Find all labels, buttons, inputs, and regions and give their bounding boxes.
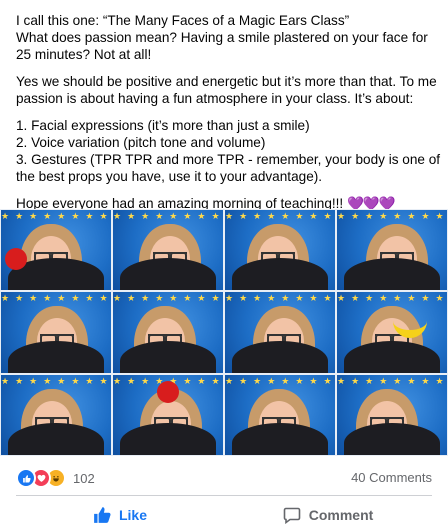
shirt — [8, 422, 104, 455]
post-line: 1. Facial expressions (it’s more than ju… — [16, 118, 310, 133]
star-border: ★★★★★★★★★★ — [113, 293, 223, 304]
post-body: I call this one: “The Many Faces of a Ma… — [16, 12, 442, 222]
comment-label: Comment — [308, 507, 374, 523]
shirt — [232, 258, 328, 291]
shirt — [120, 422, 216, 455]
collage-photo: ★★★★★★★★★★ — [0, 209, 112, 292]
like-button[interactable]: Like — [16, 500, 224, 530]
post-stats: 102 40 Comments — [16, 466, 436, 488]
shirt — [232, 340, 328, 373]
shirt — [344, 340, 440, 373]
shirt — [344, 422, 440, 455]
post-line: 3. Gestures (TPR TPR and more TPR - reme… — [16, 152, 441, 184]
star-border: ★★★★★★★★★★ — [225, 211, 335, 221]
thumbs-up-icon — [94, 507, 111, 523]
post-line: What does passion mean? Having a smile p… — [16, 30, 428, 62]
post-paragraph-2: Yes we should be positive and energetic … — [16, 73, 442, 107]
collage-photo: ★★★★★★★★★★ — [112, 209, 224, 292]
collage-photo: ★★★★★★★★★★ — [0, 373, 112, 456]
reaction-count: 102 — [73, 470, 95, 486]
collage-photo: ★★★★★★★★★★ — [112, 373, 224, 456]
shirt — [120, 340, 216, 373]
post-line: 2. Voice variation (pitch tone and volum… — [16, 135, 266, 150]
collage-photo: ★★★★★★★★★★ — [224, 373, 336, 456]
like-label: Like — [118, 507, 147, 523]
shirt — [232, 422, 328, 455]
collage-photo: ★★★★★★★★★★ — [336, 291, 448, 374]
shirt — [344, 258, 440, 291]
comments-count-link[interactable]: 40 Comments — [351, 470, 432, 485]
post-line: Yes we should be positive and energetic … — [16, 74, 437, 106]
star-border: ★★★★★★★★★★ — [1, 293, 111, 304]
comment-button[interactable]: Comment — [224, 500, 432, 530]
post-paragraph-3: 1. Facial expressions (it’s more than ju… — [16, 117, 442, 185]
photo-collage[interactable]: ★★★★★★★ ★★★★★★★ ★★★★★★★ ★★★★★★★ ★★★★★★★ ★★★★★… — [0, 209, 448, 456]
shirt — [120, 258, 216, 291]
post-actions: Like Comment — [16, 500, 432, 530]
collage-photo: ★★★★★★★★★★ — [336, 209, 448, 292]
apple-prop — [5, 248, 27, 270]
star-border: ★★★★★★★★★★ — [225, 375, 335, 386]
collage-photo: ★★★★★★★★★★ — [112, 291, 224, 374]
divider — [16, 495, 432, 496]
star-border: ★★★★★★★★★★ — [1, 375, 111, 386]
collage-photo: ★★★★★★★★★★ — [224, 291, 336, 374]
collage-photo: ★★★★★★★★★★ — [336, 373, 448, 456]
post-line: I call this one: “The Many Faces of a Ma… — [16, 13, 350, 28]
apple-prop — [157, 380, 179, 403]
collage-photo: ★★★★★★★★★★ — [0, 291, 112, 374]
star-border: ★★★★★★★★★★ — [337, 293, 447, 304]
shirt — [8, 340, 104, 373]
collage-photo: ★★★★★★★★★★ — [224, 209, 336, 292]
star-border: ★★★★★★★★★★ — [337, 375, 447, 386]
comment-bubble-icon — [283, 507, 301, 524]
star-border: ★★★★★★★★★★ — [113, 211, 223, 221]
star-border: ★★★★★★★★★★ — [1, 211, 111, 221]
like-reaction-icon — [16, 468, 36, 488]
star-border: ★★★★★★★★★★ — [337, 211, 447, 221]
reaction-summary[interactable]: 102 — [16, 468, 95, 488]
star-border: ★★★★★★★★★★ — [225, 293, 335, 304]
post-paragraph-1: I call this one: “The Many Faces of a Ma… — [16, 12, 442, 63]
